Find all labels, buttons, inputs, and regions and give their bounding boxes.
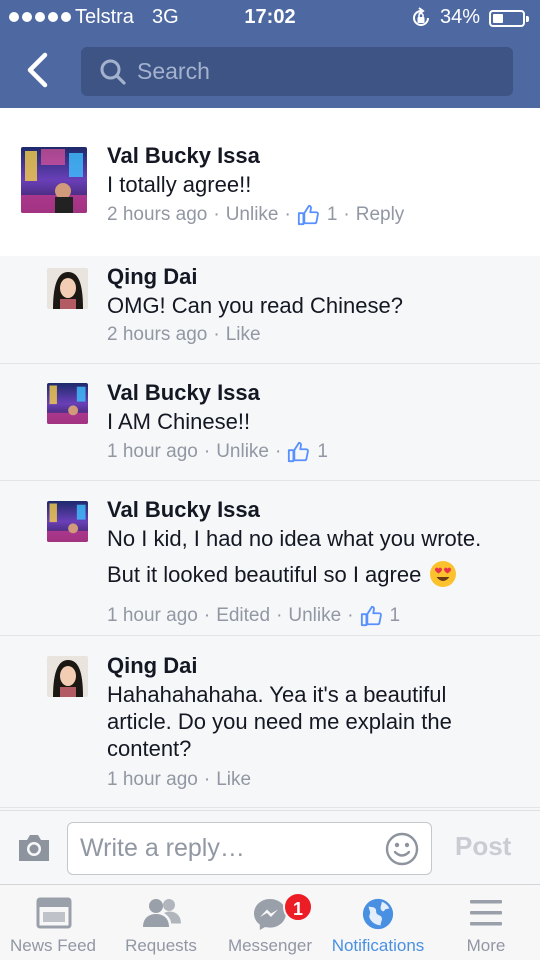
chevron-left-icon [27,52,48,88]
tab-requests[interactable]: Requests [108,885,214,960]
top-navigation-bar: Telstra 3G 17:02 34% [0,0,540,108]
comment-text: OMG! Can you read Chinese? [107,293,403,318]
comment-text-line: But it looked beautiful so I agree [107,560,457,588]
comment-timestamp[interactable]: 1 hour ago [107,769,198,791]
news-feed-icon [36,897,72,929]
comment-meta: 2 hours ago · Unlike · 1 · Reply [107,204,405,226]
status-bar: Telstra 3G 17:02 34% [0,0,540,36]
smiley-icon[interactable] [385,832,419,866]
camera-icon[interactable] [16,833,52,863]
globe-icon [362,898,394,930]
post-button[interactable]: Post [455,831,511,862]
like-button[interactable]: Like [216,769,251,791]
tab-label: Requests [125,936,197,955]
notification-badge: 1 [283,892,313,922]
comment-timestamp[interactable]: 2 hours ago [107,204,207,226]
tab-label: News Feed [10,936,96,955]
tab-label: Messenger [227,936,313,955]
tab-more[interactable]: More [432,885,540,960]
menu-icon [470,900,502,926]
bottom-tab-bar: News Feed Requests 1 Messenger Notificat… [0,884,540,960]
reply-field[interactable] [67,822,432,875]
comment-meta: 1 hour ago · Like [107,769,252,791]
comment-meta: 1 hour ago · Edited · Unlike · 1 [107,605,401,627]
search-bar[interactable] [81,47,513,96]
thumbs-up-icon[interactable] [360,605,382,627]
unlike-button[interactable]: Unlike [226,204,279,226]
tab-label: More [466,936,506,955]
comment-text: Hahahahahaha. Yea it's a beautiful artic… [107,682,452,761]
tab-news-feed[interactable]: News Feed [0,885,106,960]
comment-meta: 1 hour ago · Unlike · 1 [107,441,328,463]
tab-notifications[interactable]: Notifications [324,885,432,960]
comment: Val Bucky Issa I totally agree!! 2 hours… [0,108,540,256]
reply-comment: Qing Dai Hahahahahaha. Yea it's a beauti… [0,636,540,808]
reply-comment: Val Bucky Issa I AM Chinese!! 1 hour ago… [0,364,540,481]
avatar[interactable] [21,147,87,213]
thumbs-up-icon[interactable] [287,441,309,463]
tab-messenger[interactable]: 1 Messenger [216,885,324,960]
comment-text: But it looked beautiful so I agree [107,561,422,587]
comment-text: I AM Chinese!! [107,409,251,434]
friend-requests-icon [143,899,181,927]
comment-timestamp[interactable]: 2 hours ago [107,324,207,346]
comment-timestamp[interactable]: 1 hour ago [107,605,198,627]
reply-comment: Val Bucky Issa No I kid, I had no idea w… [0,481,540,636]
avatar[interactable] [47,383,88,424]
avatar[interactable] [47,501,88,542]
thumbs-up-icon[interactable] [297,204,319,226]
back-button[interactable] [18,50,58,90]
reply-button[interactable]: Reply [356,204,405,226]
search-icon [100,59,126,85]
search-input[interactable] [137,47,497,96]
edited-indicator[interactable]: Edited [216,605,270,627]
comment-author[interactable]: Qing Dai [107,653,197,679]
like-count[interactable]: 1 [390,605,401,627]
comment-thread: Val Bucky Issa I totally agree!! 2 hours… [0,108,540,810]
like-count[interactable]: 1 [327,204,338,226]
avatar[interactable] [47,268,88,309]
comment-author[interactable]: Val Bucky Issa [107,380,260,406]
comment-author[interactable]: Val Bucky Issa [107,143,260,169]
comment-timestamp[interactable]: 1 hour ago [107,441,198,463]
heart-eyes-emoji-icon [430,561,457,587]
comment-text-line: No I kid, I had no idea what you wrote. [107,526,482,551]
reply-input[interactable] [80,823,380,874]
comment-author[interactable]: Qing Dai [107,264,197,290]
comment-author[interactable]: Val Bucky Issa [107,497,260,523]
tab-label: Notifications [331,936,425,955]
unlike-button[interactable]: Unlike [288,605,341,627]
comment-meta: 2 hours ago · Like [107,324,261,346]
reply-composer: Post [0,810,540,884]
reply-comment: Qing Dai OMG! Can you read Chinese? 2 ho… [0,256,540,364]
avatar[interactable] [47,656,88,697]
like-button[interactable]: Like [226,324,261,346]
battery-percentage: 34% [440,6,481,28]
unlike-button[interactable]: Unlike [216,441,269,463]
like-count[interactable]: 1 [317,441,328,463]
battery-icon [489,10,529,27]
orientation-lock-icon [413,7,429,26]
comment-text: I totally agree!! [107,172,252,197]
